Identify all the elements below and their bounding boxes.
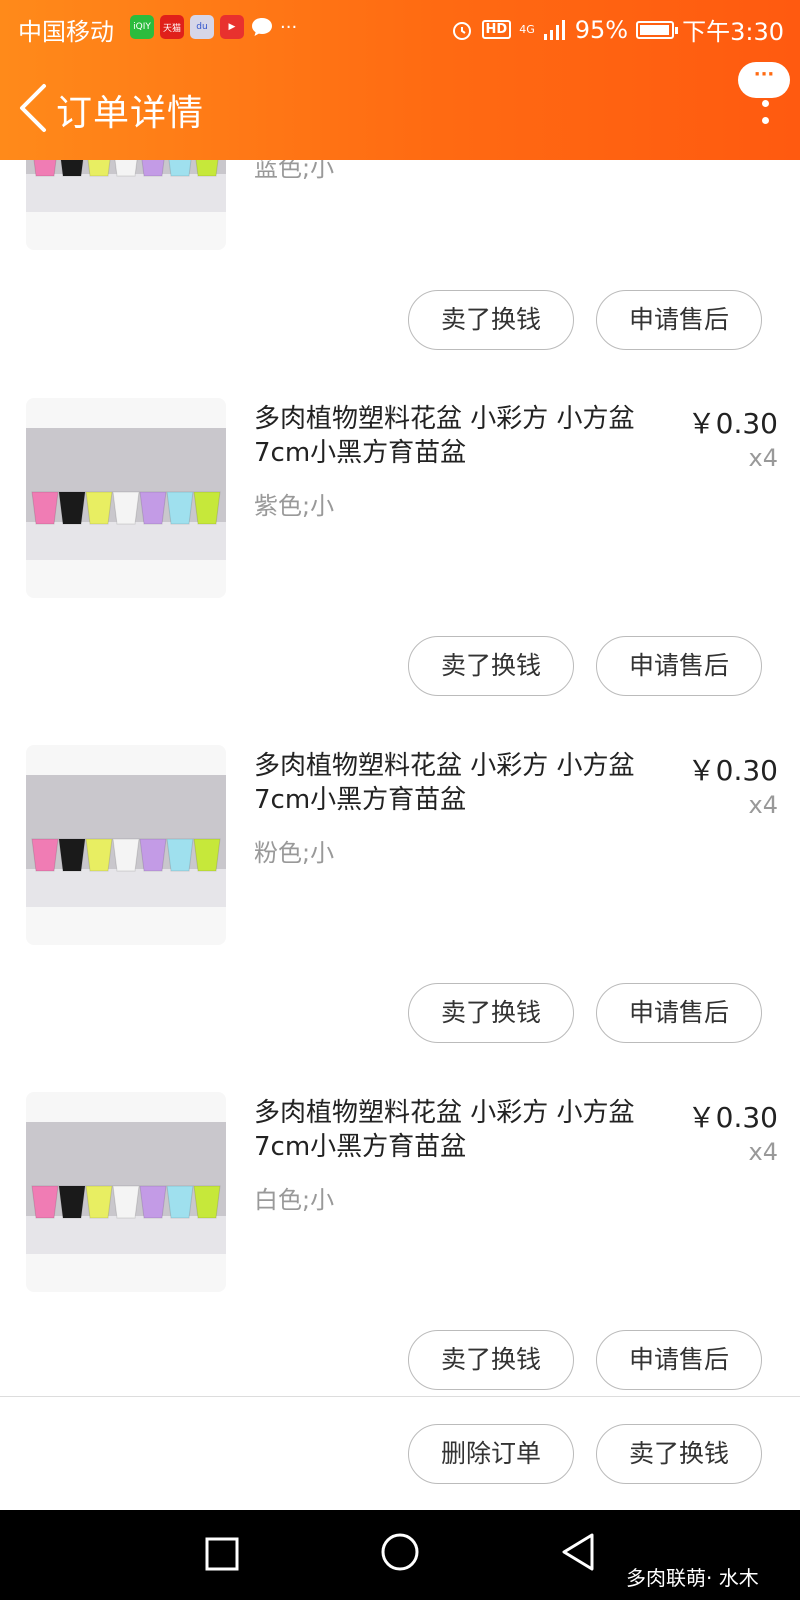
- photo-floor: [26, 174, 226, 212]
- recents-icon[interactable]: [204, 1536, 240, 1572]
- title-bar: 订单详情 ···: [0, 60, 800, 156]
- product-name[interactable]: 多肉植物塑料花盆 小彩方 小方盆7cm小黑方育苗盆: [254, 1096, 674, 1164]
- flower-pot: [193, 838, 221, 872]
- more-dots-icon: [762, 100, 769, 130]
- sell-for-cash-button[interactable]: 卖了换钱: [408, 636, 574, 696]
- product-spec: 紫色;小: [254, 492, 335, 520]
- back-nav-icon[interactable]: [560, 1532, 596, 1572]
- product-price: ￥0.30: [687, 1101, 778, 1134]
- flower-pot: [31, 1185, 59, 1219]
- footer-divider: [0, 1396, 800, 1397]
- product-quantity: x4: [748, 444, 778, 472]
- flower-pot: [112, 491, 140, 525]
- battery-percent: 95%: [574, 15, 629, 44]
- flower-pot: [193, 491, 221, 525]
- sell-for-cash-button[interactable]: 卖了换钱: [408, 983, 574, 1043]
- flower-pot: [85, 1185, 113, 1219]
- apply-after-sales-button[interactable]: 申请售后: [596, 983, 762, 1043]
- order-item[interactable]: 多肉植物塑料花盆 小彩方 小方盆7cm小黑方育苗盆 ￥0.30 x4 紫色;小: [0, 390, 800, 600]
- product-quantity: x4: [748, 791, 778, 819]
- flower-pot: [139, 838, 167, 872]
- flower-pot: [112, 1185, 140, 1219]
- product-spec: 白色;小: [254, 1186, 335, 1214]
- sell-for-cash-button[interactable]: 卖了换钱: [408, 290, 574, 350]
- flower-pot: [112, 838, 140, 872]
- product-thumbnail[interactable]: [26, 398, 226, 598]
- status-right: HD 4G 95% 下午3:30: [450, 12, 784, 47]
- home-icon[interactable]: [380, 1532, 420, 1572]
- baidu-icon: du: [190, 15, 214, 39]
- flower-pot: [58, 838, 86, 872]
- back-arrow-icon: [20, 84, 46, 132]
- alarm-icon: [452, 21, 471, 40]
- more-menu-button[interactable]: ···: [738, 62, 794, 132]
- apply-after-sales-button[interactable]: 申请售后: [596, 1330, 762, 1390]
- iqiyi-icon: iQIY: [130, 15, 154, 39]
- delete-order-button[interactable]: 删除订单: [408, 1424, 574, 1484]
- hd-icon: HD: [481, 20, 512, 39]
- product-name[interactable]: 多肉植物塑料花盆 小彩方 小方盆7cm小黑方育苗盆: [254, 749, 674, 817]
- flower-pot: [166, 1185, 194, 1219]
- apply-after-sales-button[interactable]: 申请售后: [596, 290, 762, 350]
- page-title: 订单详情: [56, 93, 205, 134]
- order-content: 蓝色;小 卖了换钱 申请售后 多肉植物塑料花盆 小彩方 小方盆7cm小黑方育苗盆…: [0, 0, 800, 1510]
- network-type: 4G: [519, 23, 535, 36]
- product-quantity: x4: [748, 1138, 778, 1166]
- flower-pot: [85, 491, 113, 525]
- more-notifications: ···: [280, 16, 298, 38]
- flower-pot: [166, 838, 194, 872]
- order-item[interactable]: 多肉植物塑料花盆 小彩方 小方盆7cm小黑方育苗盆 ￥0.30 x4 白色;小: [0, 1084, 800, 1294]
- photo-floor: [26, 1216, 226, 1254]
- chat-bubble-icon: ···: [738, 62, 790, 98]
- product-spec: 粉色;小: [254, 839, 335, 867]
- photo-floor: [26, 522, 226, 560]
- tmall-icon: 天猫: [160, 15, 184, 39]
- flower-pot: [193, 1185, 221, 1219]
- product-thumbnail[interactable]: [26, 1092, 226, 1292]
- clock: 下午3:30: [682, 18, 784, 46]
- video-icon: ▶: [220, 15, 244, 39]
- flower-pot: [31, 838, 59, 872]
- flower-pot: [139, 1185, 167, 1219]
- flower-pot: [58, 1185, 86, 1219]
- flower-pot: [31, 491, 59, 525]
- product-name[interactable]: 多肉植物塑料花盆 小彩方 小方盆7cm小黑方育苗盆: [254, 402, 674, 470]
- product-price: ￥0.30: [687, 407, 778, 440]
- watermark-text: 多肉联萌· 水木: [626, 1566, 759, 1590]
- flower-pot: [139, 491, 167, 525]
- status-bar: 中国移动 iQIY 天猫 du ▶ ··· HD 4G 95% 下午3:30: [0, 0, 800, 56]
- back-button[interactable]: [12, 78, 52, 138]
- photo-floor: [26, 869, 226, 907]
- message-icon: [250, 15, 274, 39]
- flower-pot: [58, 491, 86, 525]
- app-header: 中国移动 iQIY 天猫 du ▶ ··· HD 4G 95% 下午3:30 订…: [0, 0, 800, 160]
- product-thumbnail[interactable]: [26, 745, 226, 945]
- flower-pot: [85, 838, 113, 872]
- battery-fill: [640, 24, 670, 35]
- carrier-name: 中国移动: [18, 18, 114, 46]
- product-price: ￥0.30: [687, 754, 778, 787]
- signal-icon: [543, 19, 565, 40]
- sell-for-cash-button[interactable]: 卖了换钱: [408, 1330, 574, 1390]
- notification-icons: iQIY 天猫 du ▶ ···: [130, 13, 297, 41]
- apply-after-sales-button[interactable]: 申请售后: [596, 636, 762, 696]
- battery-icon: [636, 20, 679, 39]
- flower-pot: [166, 491, 194, 525]
- order-item[interactable]: 多肉植物塑料花盆 小彩方 小方盆7cm小黑方育苗盆 ￥0.30 x4 粉色;小: [0, 737, 800, 947]
- sell-for-cash-footer-button[interactable]: 卖了换钱: [596, 1424, 762, 1484]
